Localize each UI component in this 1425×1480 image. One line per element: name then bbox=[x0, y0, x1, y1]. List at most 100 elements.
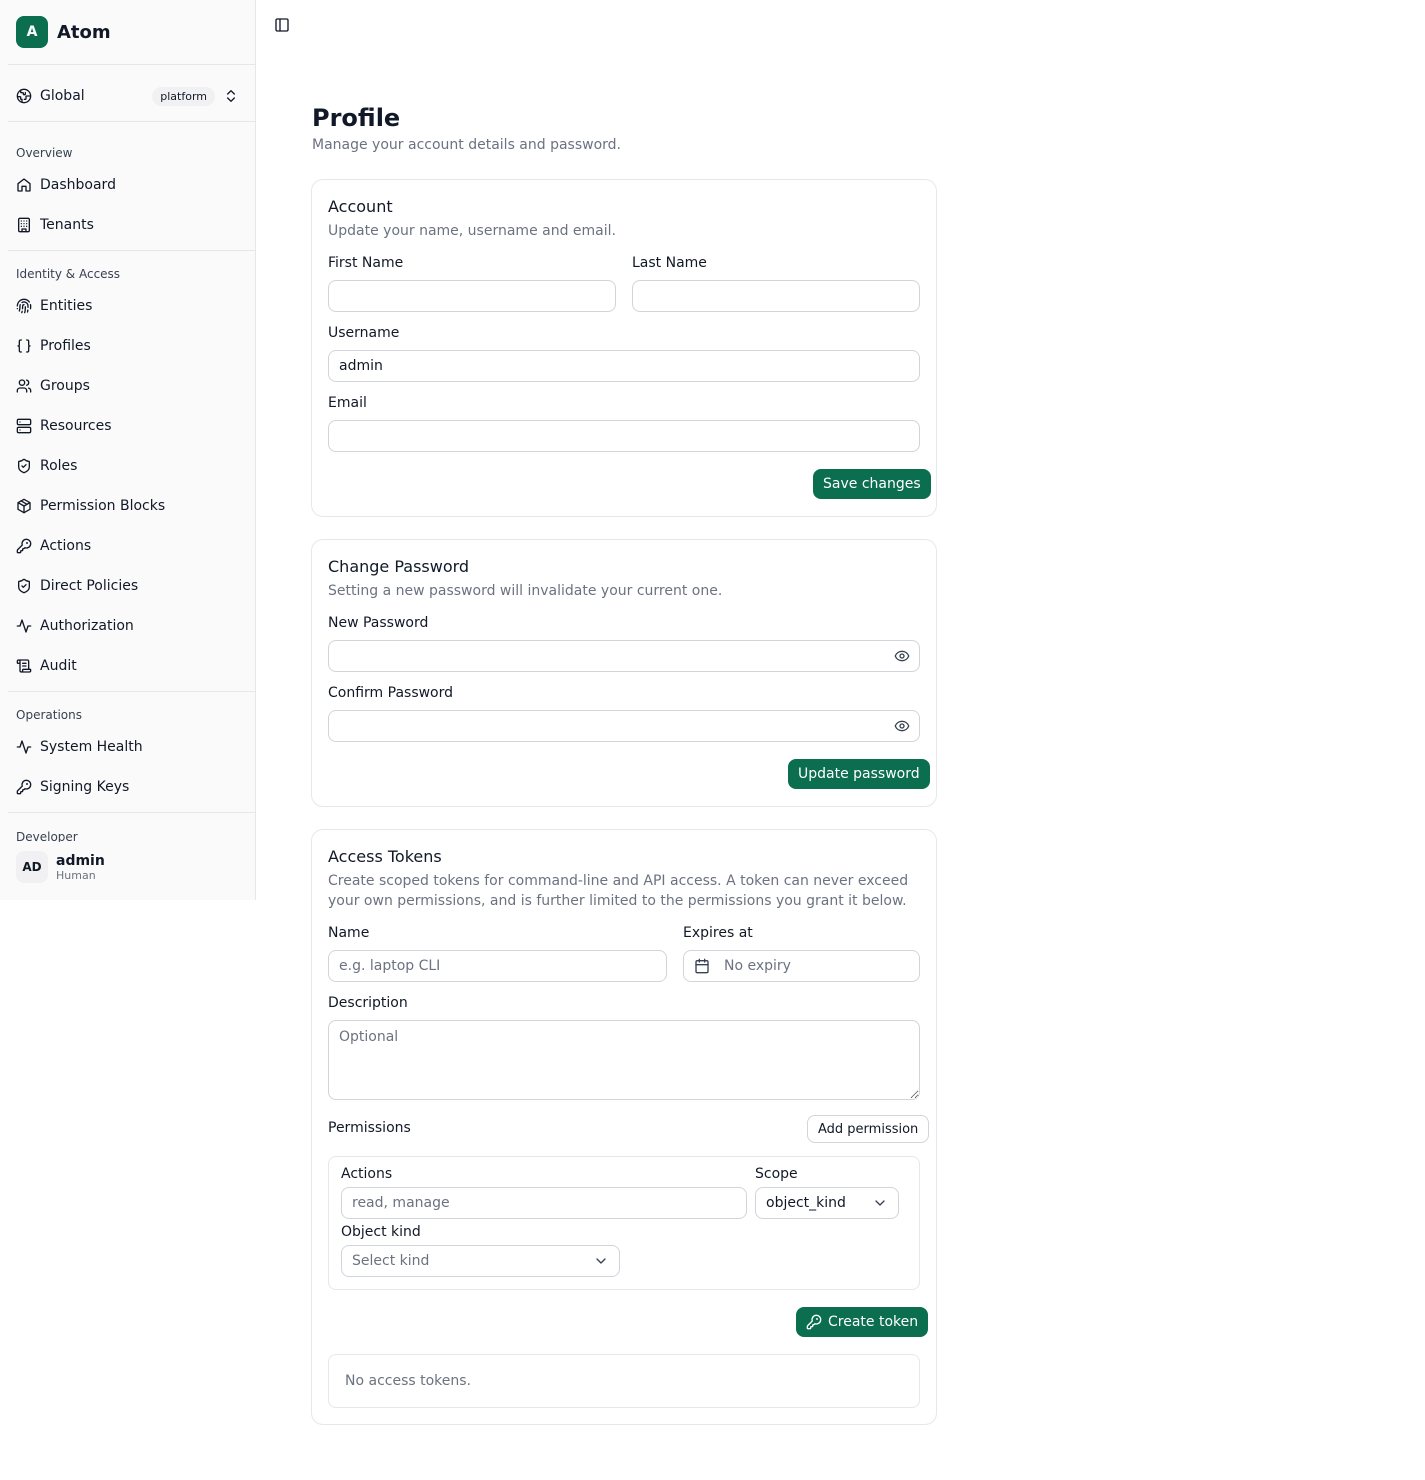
account-desc: Update your name, username and email. bbox=[328, 223, 616, 239]
object-kind-select[interactable]: Select kind bbox=[341, 1245, 620, 1277]
key-icon bbox=[16, 779, 32, 795]
brand[interactable]: A Atom bbox=[16, 16, 111, 48]
save-changes-button[interactable]: Save changes bbox=[813, 469, 931, 499]
eye-icon[interactable] bbox=[894, 648, 910, 664]
sidebar-item-entities[interactable]: Entities bbox=[8, 290, 247, 322]
divider bbox=[8, 691, 255, 692]
users-icon bbox=[16, 378, 32, 394]
sidebar-item-label: Authorization bbox=[40, 618, 134, 634]
page-subtitle: Manage your account details and password… bbox=[312, 137, 622, 153]
brand-logo: A bbox=[16, 16, 48, 48]
create-token-button[interactable]: Create token bbox=[796, 1307, 929, 1337]
actions-input[interactable] bbox=[341, 1187, 747, 1219]
update-password-button[interactable]: Update password bbox=[788, 759, 930, 789]
password-desc: Setting a new password will invalidate y… bbox=[328, 583, 723, 599]
sidebar-item-actions[interactable]: Actions bbox=[8, 530, 247, 562]
activity-icon bbox=[16, 618, 32, 634]
sidebar-item-label: Profiles bbox=[40, 338, 91, 354]
account-title: Account bbox=[328, 197, 393, 216]
tenant-badge: platform bbox=[152, 86, 215, 106]
sidebar-item-permission-blocks[interactable]: Permission Blocks bbox=[8, 490, 247, 522]
sidebar-item-system-health[interactable]: System Health bbox=[8, 731, 247, 763]
password-title: Change Password bbox=[328, 557, 470, 576]
tokens-title: Access Tokens bbox=[328, 847, 442, 866]
tokens-empty-state: No access tokens. bbox=[328, 1354, 920, 1408]
change-password-card: Change Password Setting a new password w… bbox=[311, 539, 937, 807]
last-name-label: Last Name bbox=[632, 255, 707, 271]
email-field[interactable] bbox=[328, 420, 920, 452]
chevrons-up-down-icon bbox=[223, 88, 239, 104]
description-textarea[interactable] bbox=[328, 1020, 920, 1100]
sidebar-item-audit[interactable]: Audit bbox=[8, 650, 247, 682]
sidebar-item-direct-policies[interactable]: Direct Policies bbox=[8, 570, 247, 602]
object-kind-label: Object kind bbox=[341, 1224, 421, 1240]
page-title: Profile bbox=[312, 104, 401, 132]
sidebar-item-resources[interactable]: Resources bbox=[8, 410, 247, 442]
shield-check-icon bbox=[16, 458, 32, 474]
chevron-down-icon bbox=[872, 1195, 888, 1211]
globe-icon bbox=[16, 88, 32, 104]
add-permission-button[interactable]: Add permission bbox=[807, 1115, 930, 1143]
username-field[interactable] bbox=[328, 350, 920, 382]
scope-label: Scope bbox=[755, 1166, 798, 1182]
token-name-field[interactable] bbox=[328, 950, 667, 982]
tokens-desc: Create scoped tokens for command-line an… bbox=[328, 873, 909, 909]
confirm-password-field[interactable] bbox=[328, 710, 920, 742]
scope-select[interactable]: object_kind bbox=[755, 1187, 899, 1219]
first-name-field[interactable] bbox=[328, 280, 616, 312]
first-name-label: First Name bbox=[328, 255, 404, 271]
shield-check-icon bbox=[16, 578, 32, 594]
sidebar-item-roles[interactable]: Roles bbox=[8, 450, 247, 482]
fingerprint-icon bbox=[16, 298, 32, 314]
user-type: Human bbox=[56, 868, 96, 882]
braces-icon bbox=[16, 338, 32, 354]
permissions-label: Permissions bbox=[328, 1120, 411, 1136]
actions-label: Actions bbox=[341, 1166, 393, 1182]
sidebar-item-label: Tenants bbox=[40, 217, 94, 233]
empty-text: No access tokens. bbox=[345, 1373, 472, 1389]
expires-value: No expiry bbox=[724, 958, 791, 974]
user-name: admin bbox=[56, 852, 105, 869]
section-title-identity: Identity & Access bbox=[16, 267, 121, 281]
description-label: Description bbox=[328, 995, 408, 1011]
email-label: Email bbox=[328, 395, 367, 411]
sidebar: A Atom Global platform Overview Dashboar… bbox=[0, 0, 256, 900]
section-title-overview: Overview bbox=[16, 146, 73, 160]
sidebar-item-profiles[interactable]: Profiles bbox=[8, 330, 247, 362]
token-name-label: Name bbox=[328, 925, 370, 941]
sidebar-item-groups[interactable]: Groups bbox=[8, 370, 247, 402]
sidebar-item-signing-keys[interactable]: Signing Keys bbox=[8, 771, 247, 803]
building-icon bbox=[16, 217, 32, 233]
divider bbox=[8, 250, 255, 251]
eye-icon[interactable] bbox=[894, 718, 910, 734]
activity-icon bbox=[16, 739, 32, 755]
sidebar-item-authorization[interactable]: Authorization bbox=[8, 610, 247, 642]
sidebar-toggle-button[interactable] bbox=[272, 15, 292, 35]
sidebar-item-label: Audit bbox=[40, 658, 77, 674]
key-icon bbox=[16, 538, 32, 554]
panel-left-icon bbox=[274, 17, 290, 33]
sidebar-item-dashboard[interactable]: Dashboard bbox=[8, 169, 247, 201]
sidebar-item-label: Entities bbox=[40, 298, 93, 314]
blocks-icon bbox=[16, 498, 32, 514]
sidebar-item-label: Permission Blocks bbox=[40, 498, 166, 514]
brand-name: Atom bbox=[57, 21, 111, 43]
sidebar-item-label: Dashboard bbox=[40, 177, 116, 193]
user-menu[interactable]: AD admin Human bbox=[8, 842, 247, 892]
sidebar-item-label: Actions bbox=[40, 538, 92, 554]
expires-date-picker[interactable]: No expiry bbox=[683, 950, 920, 982]
tenant-switcher[interactable]: Global platform bbox=[8, 78, 247, 114]
sidebar-item-label: Roles bbox=[40, 458, 78, 474]
sidebar-item-label: Direct Policies bbox=[40, 578, 139, 594]
confirm-password-label: Confirm Password bbox=[328, 685, 454, 701]
avatar: AD bbox=[16, 851, 48, 883]
sidebar-item-label: Resources bbox=[40, 418, 112, 434]
tenant-label: Global bbox=[40, 88, 85, 104]
key-icon bbox=[806, 1314, 822, 1330]
permission-row: Actions Scope object_kind Object kind Se… bbox=[328, 1156, 920, 1290]
last-name-field[interactable] bbox=[632, 280, 920, 312]
new-password-field[interactable] bbox=[328, 640, 920, 672]
divider bbox=[8, 121, 255, 122]
sidebar-item-tenants[interactable]: Tenants bbox=[8, 209, 247, 241]
calendar-icon bbox=[694, 958, 710, 974]
